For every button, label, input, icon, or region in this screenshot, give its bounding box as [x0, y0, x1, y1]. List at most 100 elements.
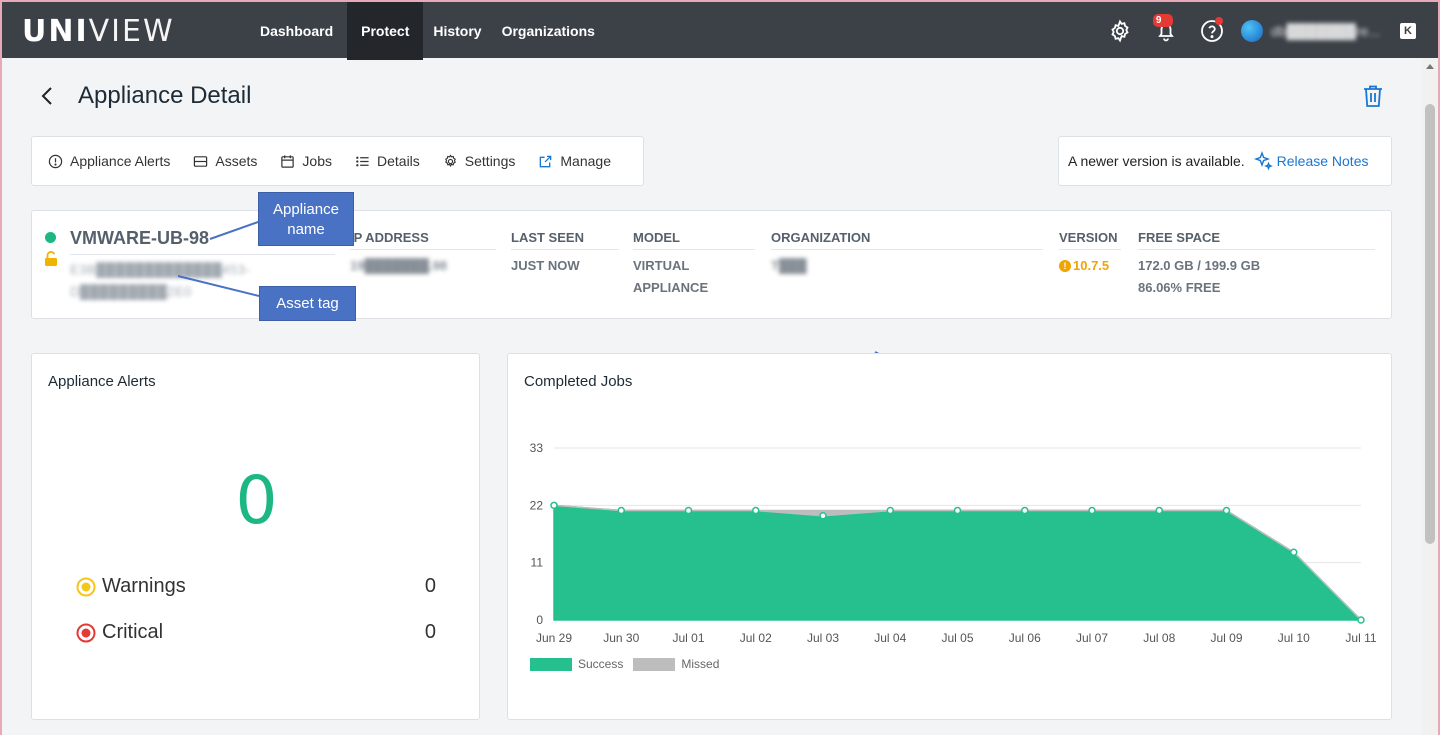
nav-history[interactable]: History: [423, 2, 491, 60]
appliance-alerts-card: Appliance Alerts 0 Warnings 0 Critical 0: [31, 353, 480, 720]
y-tick-label: 33: [530, 441, 544, 455]
legend-item-success[interactable]: Success: [530, 657, 623, 671]
notifications-bell-icon[interactable]: 9: [1143, 2, 1189, 60]
version-notice: A newer version is available. Release No…: [1058, 136, 1392, 186]
warnings-count: 0: [424, 575, 436, 597]
tab-details[interactable]: Details: [355, 153, 420, 169]
back-arrow-icon[interactable]: [36, 84, 60, 108]
critical-row[interactable]: Critical 0: [76, 621, 436, 644]
legend-label: Missed: [681, 657, 720, 671]
ip-address-value: 19███████.98: [350, 258, 448, 273]
x-tick-label: Jun 29: [536, 631, 572, 645]
page-scrollbar[interactable]: [1422, 58, 1438, 735]
y-tick-label: 0: [536, 613, 543, 627]
legend-swatch: [633, 657, 676, 671]
name-divider: [70, 254, 335, 255]
nav-protect[interactable]: Protect: [347, 2, 424, 60]
legend-swatch: [530, 657, 572, 671]
version-column: VERSION ! 10.7.5: [1059, 230, 1121, 277]
free-space-column: FREE SPACE 172.0 GB / 199.9 GB 86.06% FRE…: [1138, 230, 1375, 299]
warnings-label: Warnings: [102, 575, 186, 597]
legend-item-missed[interactable]: Missed: [633, 657, 719, 671]
data-point: [953, 506, 962, 515]
gear-icon: [444, 153, 456, 167]
data-point: [1155, 506, 1163, 515]
main-nav: Dashboard Protect History Organizations: [246, 2, 605, 60]
user-menu[interactable]: db███████re...: [1240, 20, 1380, 42]
page-title: Appliance Detail: [78, 82, 252, 109]
topbar-actions: 9 db███████re... K: [1097, 2, 1416, 60]
model-column: MODEL VIRTUAL APPLIANCE: [633, 230, 755, 299]
scroll-up-arrow-icon[interactable]: [1426, 64, 1434, 69]
appliance-name-callout: Appliance name: [258, 192, 354, 246]
uniview-logo[interactable]: UNIVIEW: [22, 14, 175, 49]
tab-jobs[interactable]: Jobs: [280, 153, 332, 169]
appliance-name: VMWARE-UB-98: [70, 228, 210, 248]
appliance-tab-bar: Appliance Alerts Assets Jobs Details Set…: [31, 136, 644, 186]
list-icon: [356, 156, 369, 166]
online-status-dot: [45, 232, 56, 243]
avatar: [1240, 20, 1263, 42]
data-point: [752, 506, 760, 515]
settings-gear-icon[interactable]: [1097, 2, 1143, 60]
server-icon: [194, 155, 208, 167]
frame-border-left: [0, 58, 2, 735]
series-area-success: [553, 504, 1362, 621]
x-tick-label: Jul 09: [1210, 631, 1242, 645]
warnings-row[interactable]: Warnings 0: [76, 575, 436, 598]
tab-appliance-alerts[interactable]: Appliance Alerts: [48, 153, 170, 169]
delete-trash-icon[interactable]: [1362, 84, 1384, 108]
critical-circle-icon: [76, 623, 96, 643]
x-tick-label: Jul 04: [874, 631, 906, 645]
alerts-total-count: 0: [235, 462, 278, 539]
extension-icon[interactable]: K: [1400, 23, 1416, 39]
organization-value: T███: [771, 258, 807, 273]
x-tick-label: Jul 01: [672, 631, 704, 645]
data-point: [550, 501, 558, 510]
scrollbar-thumb[interactable]: [1425, 104, 1435, 544]
release-notes-link[interactable]: Release Notes: [1253, 151, 1368, 171]
notification-count-badge: 9: [1152, 14, 1173, 27]
legend-label: Success: [578, 657, 624, 671]
x-tick-label: Jul 08: [1143, 631, 1175, 645]
data-point: [1222, 506, 1231, 515]
user-name: db███████re...: [1270, 23, 1380, 39]
y-tick-label: 22: [530, 498, 544, 512]
x-tick-label: Jul 02: [740, 631, 772, 645]
nav-dashboard[interactable]: Dashboard: [246, 2, 347, 60]
model-header: MODEL: [633, 230, 755, 250]
top-navigation-bar: UNIVIEW Dashboard Protect History Organi…: [0, 0, 1440, 60]
last-seen-header: LAST SEEN: [511, 230, 619, 250]
data-point: [1021, 506, 1029, 515]
completed-jobs-card: Completed Jobs 0 11 22 33 Jun 29 Jun 30 Jul 01…: [507, 353, 1392, 720]
data-point: [684, 506, 693, 515]
data-point: [617, 506, 625, 515]
x-tick-label: Jul 03: [807, 631, 839, 645]
tab-settings[interactable]: Settings: [443, 153, 515, 169]
data-point: [819, 512, 827, 520]
critical-count: 0: [424, 621, 436, 643]
calendar-icon: [281, 154, 295, 168]
tab-manage[interactable]: Manage: [538, 153, 611, 169]
tab-assets[interactable]: Assets: [193, 153, 257, 169]
x-tick-label: Jul 06: [1009, 631, 1041, 645]
warning-circle-icon: [76, 577, 96, 597]
last-seen-value: JUST NOW: [511, 258, 580, 273]
nav-organizations[interactable]: Organizations: [492, 2, 605, 60]
warning-icon: !: [1059, 260, 1071, 272]
asset-tag-callout: Asset tag: [259, 286, 356, 321]
model-value: VIRTUAL APPLIANCE: [633, 258, 709, 295]
y-tick-label: 11: [531, 556, 544, 570]
help-alert-dot: [1214, 17, 1223, 25]
version-notice-text: A newer version is available.: [1068, 153, 1245, 169]
appliance-summary-card: VMWARE-UB-98 E3B█████████████453-D██████…: [31, 210, 1392, 319]
last-seen-column: LAST SEEN JUST NOW: [511, 230, 619, 277]
version-value[interactable]: ! 10.7.5: [1059, 255, 1121, 277]
version-header: VERSION: [1059, 230, 1121, 250]
external-link-icon: [540, 155, 552, 167]
unlocked-padlock-icon[interactable]: [44, 251, 58, 267]
alerts-card-title: Appliance Alerts: [48, 373, 156, 390]
x-tick-label: Jul 05: [941, 631, 973, 645]
help-icon[interactable]: [1189, 2, 1235, 60]
sparkle-icon: [1253, 151, 1273, 171]
